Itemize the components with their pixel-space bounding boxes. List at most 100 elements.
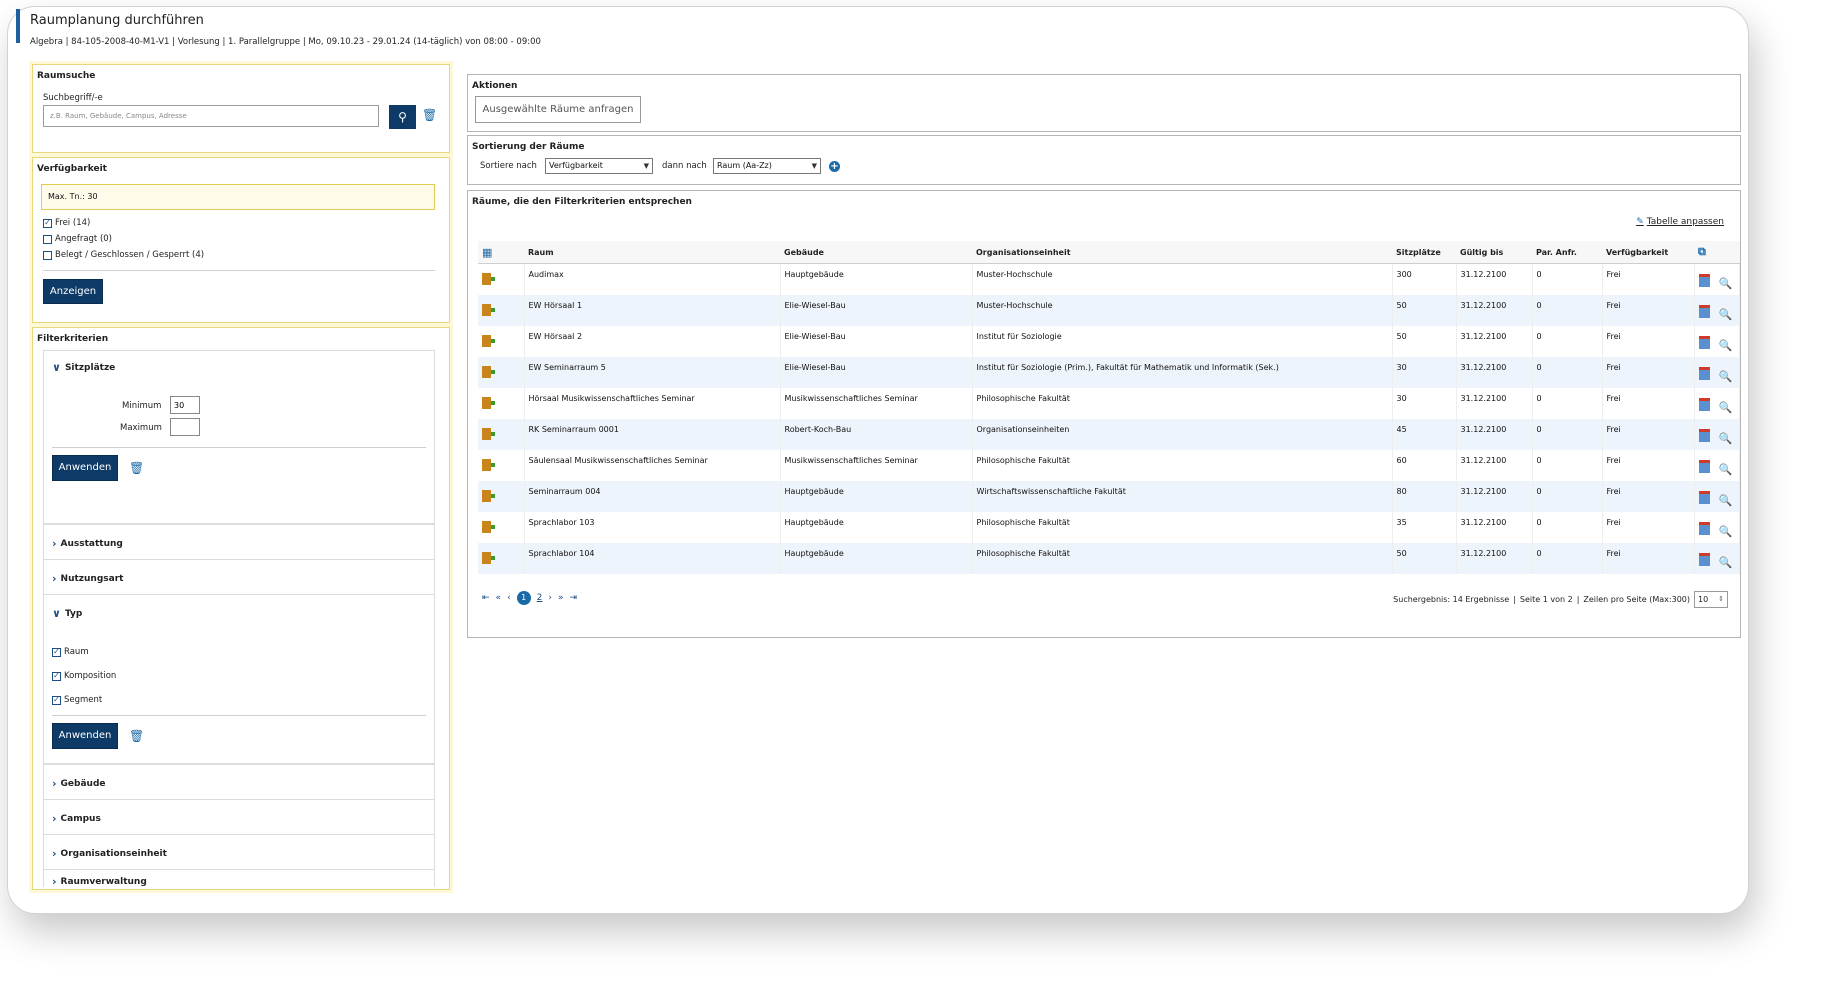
stepper-icon[interactable]: ⇕ <box>1718 592 1724 607</box>
type-option-composition[interactable]: ✓ Komposition <box>52 671 116 681</box>
filter-orgunit-header[interactable]: › Organisationseinheit <box>52 847 167 860</box>
column-header[interactable]: Gültig bis <box>1456 241 1532 264</box>
request-cell[interactable] <box>478 263 525 295</box>
type-clear-icon[interactable]: 🗑 <box>129 729 144 743</box>
filter-usage-header[interactable]: › Nutzungsart <box>52 572 123 585</box>
request-cell[interactable] <box>478 511 525 543</box>
room-request-icon[interactable] <box>482 520 495 533</box>
next-page-icon[interactable]: › <box>548 593 552 603</box>
checkbox-segment[interactable]: ✓ <box>52 695 61 705</box>
table-row[interactable]: Seminarraum 004 Hauptgebäude Wirtschaftswi… <box>478 480 1740 512</box>
checkbox-free[interactable]: ✓ <box>43 218 52 228</box>
page-current[interactable]: 1 <box>516 591 531 605</box>
room-request-icon[interactable] <box>482 489 495 502</box>
room-request-icon[interactable] <box>482 458 495 471</box>
room-details-icon[interactable]: 🔍 <box>1719 556 1733 569</box>
table-row[interactable]: Hörsaal Musikwissenschaftliches Seminar M… <box>478 387 1740 419</box>
rows-per-page-input[interactable]: 10 ⇕ <box>1694 591 1728 608</box>
room-details-icon[interactable]: 🔍 <box>1719 463 1733 476</box>
availability-option-free[interactable]: ✓ Frei (14) <box>43 218 90 228</box>
search-button[interactable]: ⚲ <box>389 105 416 129</box>
filter-building[interactable]: › Gebäude <box>43 764 435 800</box>
room-details-icon[interactable]: 🔍 <box>1719 494 1733 507</box>
request-cell[interactable] <box>478 356 525 388</box>
seats-clear-icon[interactable]: 🗑 <box>129 461 144 475</box>
table-row[interactable]: Sprachlabor 104 Hauptgebäude Philosophisch… <box>478 542 1740 574</box>
checkbox-occupied[interactable] <box>43 250 52 260</box>
table-settings-icon[interactable]: ▦ <box>482 246 492 259</box>
room-request-icon[interactable] <box>482 303 495 316</box>
filter-type-header[interactable]: ∨ Typ <box>52 607 82 620</box>
filter-orgunit[interactable]: › Organisationseinheit <box>43 834 435 870</box>
room-request-icon[interactable] <box>482 334 495 347</box>
table-row[interactable]: Audimax Hauptgebäude Muster-Hochschule 300 3… <box>478 263 1740 295</box>
sort-select[interactable]: Verfügbarkeit ▼ <box>545 158 653 174</box>
request-cell[interactable] <box>478 325 525 357</box>
request-cell[interactable] <box>478 418 525 450</box>
room-details-icon[interactable]: 🔍 <box>1719 370 1733 383</box>
clear-search-icon[interactable]: 🗑 <box>422 108 437 122</box>
request-cell[interactable] <box>478 480 525 512</box>
filter-usage[interactable]: › Nutzungsart <box>43 559 435 595</box>
table-row[interactable]: Sprachlabor 103 Hauptgebäude Philosophisch… <box>478 511 1740 543</box>
room-request-icon[interactable] <box>482 551 495 564</box>
room-request-icon[interactable] <box>482 396 495 409</box>
room-request-icon[interactable] <box>482 365 495 378</box>
room-details-icon[interactable]: 🔍 <box>1719 308 1733 321</box>
last-page-icon[interactable]: ⇥ <box>570 593 578 603</box>
type-option-room[interactable]: ✓ Raum <box>52 647 89 657</box>
room-details-icon[interactable]: 🔍 <box>1719 525 1733 538</box>
filter-equipment-header[interactable]: › Ausstattung <box>52 537 123 550</box>
select-all-header[interactable]: ▦ <box>478 241 524 264</box>
table-row[interactable]: EW Hörsaal 2 Elie-Wiesel-Bau Institut für … <box>478 325 1740 357</box>
room-details-icon[interactable]: 🔍 <box>1719 277 1733 290</box>
prev-page-icon[interactable]: ‹ <box>507 593 511 603</box>
calendar-icon[interactable] <box>1698 490 1710 504</box>
calendar-icon[interactable] <box>1698 459 1710 473</box>
calendar-icon[interactable] <box>1698 521 1710 535</box>
request-cell[interactable] <box>478 387 525 419</box>
type-apply-button[interactable]: Anwenden <box>52 723 118 749</box>
checkbox-requested[interactable] <box>43 234 52 244</box>
filter-campus[interactable]: › Campus <box>43 799 435 835</box>
filter-building-header[interactable]: › Gebäude <box>52 777 106 790</box>
seats-max-input[interactable] <box>170 418 200 436</box>
filter-equipment[interactable]: › Ausstattung <box>43 524 435 560</box>
filter-roommgmt[interactable]: › Raumverwaltung <box>43 869 435 888</box>
show-button[interactable]: Anzeigen <box>43 279 103 304</box>
prev-ten-icon[interactable]: « <box>496 593 502 603</box>
calendar-icon[interactable] <box>1698 428 1710 442</box>
table-row[interactable]: EW Seminarraum 5 Elie-Wiesel-Bau Institut … <box>478 356 1740 388</box>
type-option-segment[interactable]: ✓ Segment <box>52 695 102 705</box>
search-input[interactable] <box>43 105 379 127</box>
room-details-icon[interactable]: 🔍 <box>1719 339 1733 352</box>
column-header[interactable]: Gebäude <box>780 241 972 264</box>
export-icon[interactable]: ⧉ <box>1698 245 1706 258</box>
table-row[interactable]: EW Hörsaal 1 Elie-Wiesel-Bau Muster-Hochsc… <box>478 294 1740 326</box>
room-details-icon[interactable]: 🔍 <box>1719 401 1733 414</box>
room-details-icon[interactable]: 🔍 <box>1719 432 1733 445</box>
export-header[interactable]: ⧉ <box>1694 241 1740 264</box>
add-sort-icon[interactable]: + <box>829 161 840 172</box>
seats-apply-button[interactable]: Anwenden <box>52 455 118 481</box>
filter-seats-header[interactable]: ∨ Sitzplätze <box>52 361 115 374</box>
column-header[interactable]: Raum <box>524 241 780 264</box>
request-cell[interactable] <box>478 294 525 326</box>
edit-table-link[interactable]: ✎ Tabelle anpassen <box>1636 217 1724 227</box>
checkbox-composition[interactable]: ✓ <box>52 671 61 681</box>
checkbox-room[interactable]: ✓ <box>52 647 61 657</box>
seats-min-input[interactable] <box>170 396 200 414</box>
calendar-icon[interactable] <box>1698 274 1710 287</box>
first-page-icon[interactable]: ⇤ <box>482 593 490 603</box>
then-select[interactable]: Raum (Aa-Zz) ▼ <box>713 158 821 174</box>
calendar-icon[interactable] <box>1698 366 1710 380</box>
request-cell[interactable] <box>478 542 525 574</box>
page-next[interactable]: 2 <box>537 593 543 603</box>
column-header[interactable]: Par. Anfr. <box>1532 241 1602 264</box>
calendar-icon[interactable] <box>1698 552 1710 566</box>
column-header[interactable]: Verfügbarkeit <box>1602 241 1694 264</box>
calendar-icon[interactable] <box>1698 335 1710 349</box>
filter-campus-header[interactable]: › Campus <box>52 812 101 825</box>
availability-option-occupied[interactable]: Belegt / Geschlossen / Gesperrt (4) <box>43 250 204 260</box>
availability-option-requested[interactable]: Angefragt (0) <box>43 234 112 244</box>
